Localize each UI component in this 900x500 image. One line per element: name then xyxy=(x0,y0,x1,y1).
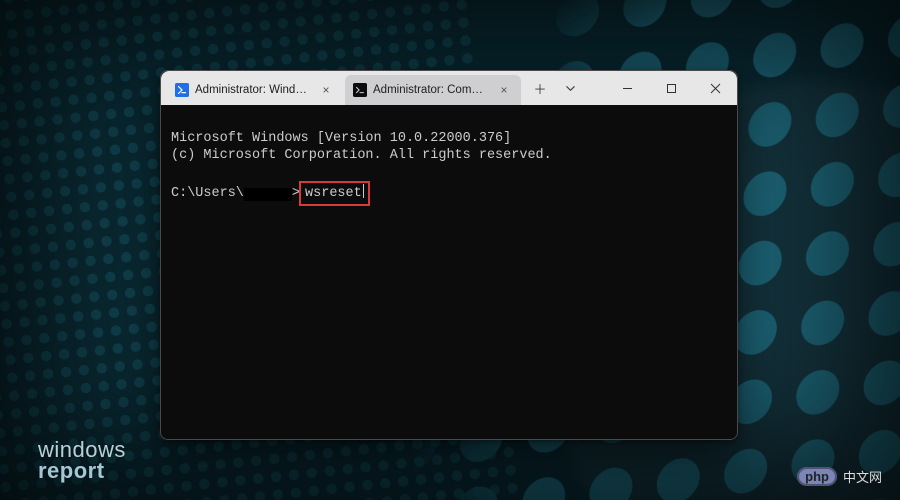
new-tab-button[interactable]: ＋ xyxy=(525,71,555,105)
maximize-icon xyxy=(666,83,677,94)
tab-dropdown-button[interactable] xyxy=(555,71,585,105)
window-controls xyxy=(605,71,737,105)
tab-close-button[interactable]: × xyxy=(497,83,511,97)
tab-command-prompt[interactable]: Administrator: Command Promp × xyxy=(345,75,521,105)
tab-actions: ＋ xyxy=(525,71,585,105)
terminal-line-copyright: (c) Microsoft Corporation. All rights re… xyxy=(171,148,552,163)
php-text: 中文网 xyxy=(843,467,882,486)
close-window-button[interactable] xyxy=(693,71,737,105)
tab-close-button[interactable]: × xyxy=(319,83,333,97)
text-cursor xyxy=(363,184,364,198)
minimize-icon xyxy=(622,83,633,94)
tab-powershell[interactable]: Administrator: Windows PowerS × xyxy=(167,75,343,105)
powershell-icon xyxy=(175,83,189,97)
command-highlight-box: wsreset xyxy=(299,181,370,206)
watermark-line2: report xyxy=(38,461,126,482)
tab-label: Administrator: Windows PowerS xyxy=(195,84,313,96)
minimize-button[interactable] xyxy=(605,71,649,105)
php-cn-watermark: php 中文网 xyxy=(797,467,882,486)
chevron-down-icon xyxy=(565,83,576,94)
php-pill: php xyxy=(797,467,837,486)
terminal-window: Administrator: Windows PowerS × Administ… xyxy=(160,70,738,440)
typed-command: wsreset xyxy=(305,186,362,201)
windows-report-watermark: windows report xyxy=(38,440,126,482)
terminal-body[interactable]: Microsoft Windows [Version 10.0.22000.37… xyxy=(161,105,737,439)
titlebar[interactable]: Administrator: Windows PowerS × Administ… xyxy=(161,71,737,105)
terminal-prompt-line: C:\Users\>wsreset xyxy=(171,181,727,206)
cmd-icon xyxy=(353,83,367,97)
redacted-username xyxy=(244,188,292,201)
maximize-button[interactable] xyxy=(649,71,693,105)
prompt-prefix: C:\Users\ xyxy=(171,185,244,202)
tab-label: Administrator: Command Promp xyxy=(373,84,491,96)
terminal-line-version: Microsoft Windows [Version 10.0.22000.37… xyxy=(171,131,511,146)
close-icon xyxy=(710,83,721,94)
